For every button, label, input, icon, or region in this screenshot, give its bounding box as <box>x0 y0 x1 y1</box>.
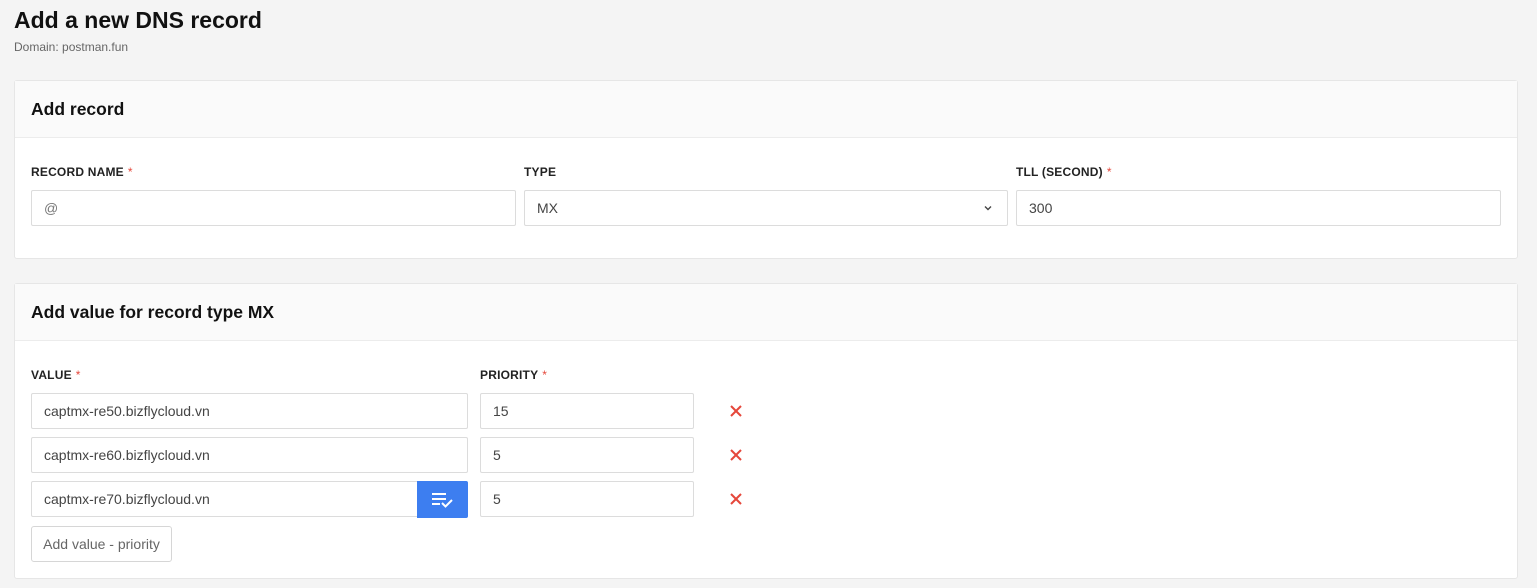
apply-value-button[interactable] <box>417 481 468 518</box>
remove-row-button[interactable] <box>726 445 746 465</box>
type-label-text: TYPE <box>524 165 557 179</box>
required-mark: * <box>542 368 548 382</box>
add-value-priority-button[interactable]: Add value - priority <box>31 526 172 562</box>
remove-row-button[interactable] <box>726 489 746 509</box>
ttl-value: 300 <box>1029 200 1053 216</box>
value-input[interactable]: captmx-re70.bizflycloud.vn <box>31 481 468 518</box>
type-label: TYPE <box>524 165 556 179</box>
record-name-label: RECORD NAME * <box>31 165 133 179</box>
add-record-card-title: Add record <box>31 98 125 119</box>
add-values-card-title: Add value for record type MX <box>31 301 275 322</box>
page-subtitle: Domain: postman.fun <box>14 40 129 54</box>
priority-label: PRIORITY * <box>480 368 547 382</box>
page: Add a new DNS record Domain: postman.fun… <box>0 0 1537 588</box>
ttl-label-text: TLL (SECOND) <box>1016 165 1103 179</box>
priority-text: 5 <box>493 447 501 463</box>
type-selected-value: MX <box>537 200 558 216</box>
value-text: captmx-re60.bizflycloud.vn <box>44 447 210 463</box>
close-icon <box>730 449 742 461</box>
priority-text: 5 <box>493 491 501 507</box>
add-values-card: Add value for record type MX VALUE * PRIO… <box>14 283 1518 579</box>
value-label-text: VALUE <box>31 368 72 382</box>
value-label: VALUE * <box>31 368 81 382</box>
close-icon <box>730 405 742 417</box>
record-name-input[interactable]: @ <box>31 190 516 226</box>
required-mark: * <box>75 368 81 382</box>
value-text: captmx-re70.bizflycloud.vn <box>44 491 210 507</box>
required-mark: * <box>127 165 133 179</box>
add-values-card-header: Add value for record type MX <box>15 284 1517 341</box>
add-value-priority-label: Add value - priority <box>43 536 160 552</box>
required-mark: * <box>1106 165 1112 179</box>
priority-input[interactable]: 5 <box>480 481 694 517</box>
playlist-check-icon <box>431 492 453 508</box>
priority-input[interactable]: 15 <box>480 393 694 429</box>
value-text: captmx-re50.bizflycloud.vn <box>44 403 210 419</box>
ttl-label: TLL (SECOND) * <box>1016 165 1112 179</box>
add-record-card: Add record RECORD NAME * @ TYPE MX TLL (S… <box>14 80 1518 259</box>
page-title: Add a new DNS record <box>14 7 262 33</box>
priority-label-text: PRIORITY <box>480 368 539 382</box>
add-record-card-header: Add record <box>15 81 1517 138</box>
type-select[interactable]: MX <box>524 190 1008 226</box>
value-input[interactable]: captmx-re60.bizflycloud.vn <box>31 437 468 473</box>
chevron-down-icon <box>984 206 992 211</box>
value-input[interactable]: captmx-re50.bizflycloud.vn <box>31 393 468 429</box>
record-name-label-text: RECORD NAME <box>31 165 124 179</box>
close-icon <box>730 493 742 505</box>
remove-row-button[interactable] <box>726 401 746 421</box>
record-name-value: @ <box>44 200 59 216</box>
ttl-input[interactable]: 300 <box>1016 190 1501 226</box>
priority-text: 15 <box>493 403 509 419</box>
priority-input[interactable]: 5 <box>480 437 694 473</box>
